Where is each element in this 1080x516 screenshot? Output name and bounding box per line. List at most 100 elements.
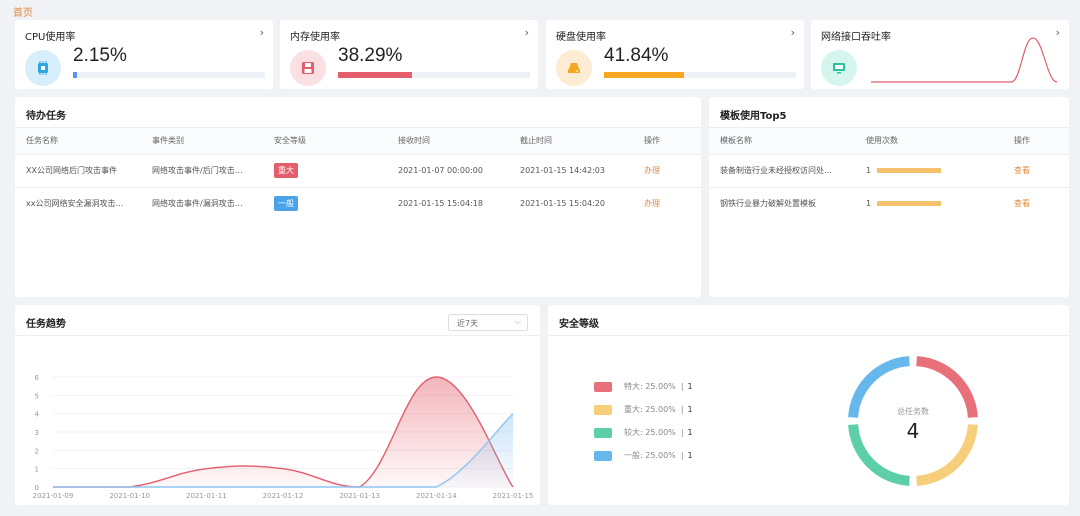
template-header-row: 模板名称 使用次数 操作 [709, 128, 1069, 154]
todo-panel: 待办任务 任务名称 事件类别 安全等级 接收时间 截止时间 操作 XX公司网络后… [15, 97, 701, 297]
security-title: 安全等级 [559, 319, 599, 330]
disk-title: 硬盘使用率 [556, 32, 606, 43]
legend-count: 1 [687, 382, 693, 391]
table-row[interactable]: xx公司网络安全漏洞攻击… 网络攻击事件/漏洞攻击… 一般 2021-01-15… [15, 186, 701, 220]
x-tick-label: 2021-01-13 [339, 492, 380, 500]
y-tick-label: 2 [35, 447, 39, 455]
monitor-icon [821, 50, 857, 86]
hdd-icon [556, 50, 592, 86]
legend-swatch [594, 427, 612, 438]
task-name: xx公司网络安全漏洞攻击… [15, 186, 141, 220]
view-link[interactable]: 查看 [1014, 166, 1030, 175]
legend-item: 较大: 25.00% | 1 [594, 427, 693, 438]
x-tick-label: 2021-01-12 [263, 492, 304, 500]
y-tick-label: 1 [35, 466, 39, 474]
x-tick-label: 2021-01-10 [109, 492, 150, 500]
range-select[interactable]: 近7天 ⌵ [448, 314, 528, 331]
network-card[interactable]: 网络接口吞吐率 › [811, 20, 1069, 89]
memory-card[interactable]: 内存使用率 › 38.29% [280, 20, 538, 89]
legend-pct: 25.00% [645, 405, 676, 414]
chevron-right-icon[interactable]: › [525, 26, 529, 39]
donut-slice [848, 424, 910, 486]
todo-title: 待办任务 [26, 111, 66, 122]
y-tick-label: 5 [35, 392, 39, 400]
legend-label: 较大: [624, 428, 643, 437]
col-level: 安全等级 [263, 128, 387, 154]
usage-count: 1 [866, 199, 872, 209]
handle-link[interactable]: 办理 [644, 166, 660, 175]
legend-label: 一般: [624, 451, 643, 460]
task-category: 网络攻击事件/后门攻击… [141, 153, 263, 187]
trend-title: 任务趋势 [26, 319, 66, 330]
trend-chart: 0 1 2 3 4 5 6 2021-01-09 2021-01-10 2021-01-11 202… [33, 374, 534, 500]
view-link[interactable]: 查看 [1014, 199, 1030, 208]
task-received: 2021-01-07 00:00:00 [387, 153, 509, 187]
disk-progress [604, 72, 796, 78]
legend-count: 1 [687, 428, 693, 437]
col-template-name: 模板名称 [709, 128, 855, 154]
y-tick-label: 6 [35, 374, 40, 382]
disk-progress-fill [604, 72, 685, 78]
status-badge: 一般 [274, 196, 298, 212]
security-donut: 总任务数 4 [848, 356, 978, 486]
x-tick-label: 2021-01-14 [416, 492, 457, 500]
col-usage: 使用次数 [855, 128, 1003, 154]
table-row[interactable]: XX公司网络后门攻击事件 网络攻击事件/后门攻击… 重大 2021-01-07 … [15, 153, 701, 187]
x-tick-label: 2021-01-15 [493, 492, 534, 500]
legend-label: 特大: [624, 382, 643, 391]
legend-item: 一般: 25.00% | 1 [594, 450, 693, 461]
status-badge: 重大 [274, 163, 298, 178]
network-sparkline [871, 37, 1058, 83]
x-tick-label: 2021-01-09 [33, 492, 74, 500]
legend-swatch [594, 450, 612, 461]
handle-link[interactable]: 办理 [644, 199, 660, 208]
template-title: 模板使用Top5 [720, 111, 787, 122]
x-tick-label: 2021-01-11 [186, 492, 227, 500]
task-category: 网络攻击事件/漏洞攻击… [141, 186, 263, 220]
memory-progress-fill [338, 72, 412, 78]
task-deadline: 2021-01-15 15:04:20 [509, 186, 633, 220]
col-template-action: 操作 [1003, 128, 1069, 154]
col-received: 接收时间 [387, 128, 509, 154]
template-table: 模板名称 使用次数 操作 装备制造行业未经授权访问处… 1 查看 钢铁行业暴力破… [709, 128, 1069, 220]
y-tick-label: 0 [35, 484, 39, 492]
disk-value: 41.84% [604, 45, 669, 66]
usage-count: 1 [866, 166, 872, 175]
legend-item: 重大: 25.00% | 1 [594, 404, 693, 415]
cpu-progress [73, 72, 265, 78]
disk-card[interactable]: 硬盘使用率 › 41.84% [546, 20, 804, 89]
col-category: 事件类别 [141, 128, 263, 154]
usage-bar [877, 201, 942, 207]
usage-bar [877, 168, 942, 173]
floppy-icon [290, 50, 326, 86]
donut-center-label: 总任务数 [897, 406, 929, 416]
template-name: 装备制造行业未经授权访问处… [709, 153, 855, 187]
task-name: XX公司网络后门攻击事件 [15, 153, 141, 187]
chevron-right-icon[interactable]: › [791, 26, 795, 39]
breadcrumb[interactable]: 首页 [13, 4, 33, 19]
trend-panel: 任务趋势 近7天 ⌵ 0 1 2 3 4 5 6 2021-01-09 2021-01-10 20… [15, 305, 540, 505]
table-row[interactable]: 装备制造行业未经授权访问处… 1 查看 [709, 153, 1069, 187]
todo-table: 任务名称 事件类别 安全等级 接收时间 截止时间 操作 XX公司网络后门攻击事件… [15, 128, 701, 220]
legend-swatch [594, 381, 612, 392]
chevron-right-icon[interactable]: › [260, 26, 264, 39]
table-row[interactable]: 钢铁行业暴力破解处置模板 1 查看 [709, 186, 1069, 220]
legend-swatch [594, 404, 612, 415]
todo-header-row: 任务名称 事件类别 安全等级 接收时间 截止时间 操作 [15, 128, 701, 154]
range-value: 近7天 [457, 319, 479, 328]
legend-pct: 25.00% [645, 428, 676, 437]
task-deadline: 2021-01-15 14:42:03 [509, 153, 633, 187]
donut-slice [916, 424, 978, 486]
legend-count: 1 [687, 451, 693, 460]
task-received: 2021-01-15 15:04:18 [387, 186, 509, 220]
y-tick-label: 3 [35, 429, 39, 437]
legend-item: 特大: 25.00% | 1 [594, 381, 693, 392]
col-task-name: 任务名称 [15, 128, 141, 154]
cpu-title: CPU使用率 [25, 32, 76, 43]
chip-icon [25, 50, 61, 86]
legend-count: 1 [687, 405, 693, 414]
memory-progress [338, 72, 530, 78]
template-panel: 模板使用Top5 模板名称 使用次数 操作 装备制造行业未经授权访问处… 1 查… [709, 97, 1069, 297]
cpu-card[interactable]: CPU使用率 › 2.15% [15, 20, 273, 89]
cpu-progress-fill [73, 72, 78, 78]
